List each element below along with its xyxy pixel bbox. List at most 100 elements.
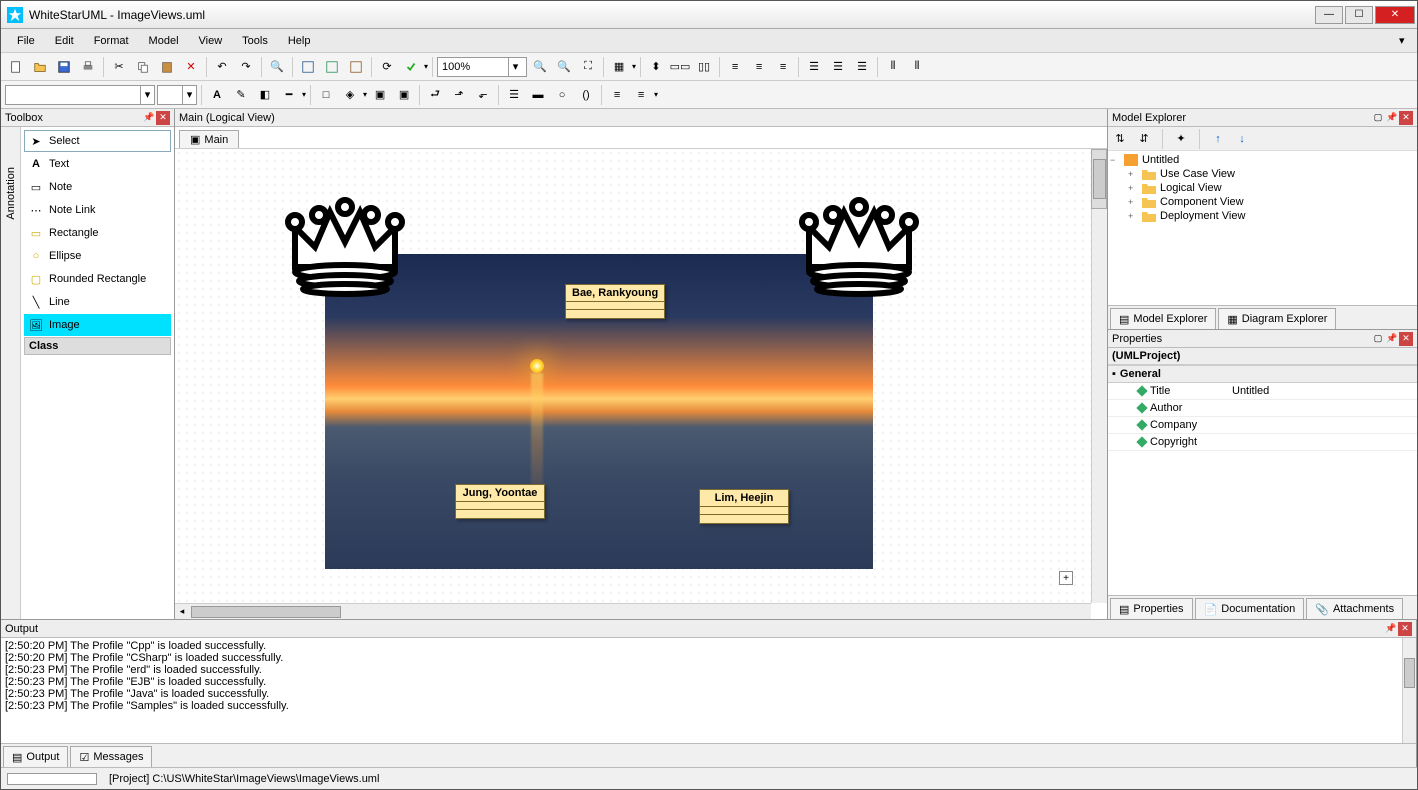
- properties-category[interactable]: ▪General: [1108, 365, 1417, 383]
- prop-author[interactable]: Author: [1108, 400, 1417, 417]
- filter-icon[interactable]: ✦: [1173, 131, 1189, 147]
- align-top-icon[interactable]: ☰: [803, 56, 825, 78]
- close-button[interactable]: ✕: [1375, 6, 1415, 24]
- tab-diagram-explorer[interactable]: ▦Diagram Explorer: [1218, 308, 1336, 329]
- prop-copyright[interactable]: Copyright: [1108, 434, 1417, 451]
- model-tree[interactable]: − Untitled +Use Case View +Logical View …: [1108, 151, 1417, 305]
- tab-properties[interactable]: ▤Properties: [1110, 598, 1193, 619]
- paste-icon[interactable]: [156, 56, 178, 78]
- menu-tools[interactable]: Tools: [234, 32, 276, 50]
- font-color-icon[interactable]: A: [206, 84, 228, 106]
- options-icon[interactable]: [400, 56, 422, 78]
- open-icon[interactable]: [29, 56, 51, 78]
- align-tree-icon[interactable]: ⬍: [645, 56, 667, 78]
- grid-icon[interactable]: ▦: [608, 56, 630, 78]
- canvas-plus-button[interactable]: +: [1059, 571, 1073, 585]
- menu-overflow[interactable]: ▾: [1399, 34, 1409, 47]
- me-close-icon[interactable]: ✕: [1399, 111, 1413, 125]
- nav-down-icon[interactable]: ↓: [1234, 131, 1250, 147]
- misc1-icon[interactable]: ≡: [606, 84, 628, 106]
- show-comp-icon[interactable]: ▬: [527, 84, 549, 106]
- distribute-h-icon[interactable]: ⫴: [882, 56, 904, 78]
- tool-text[interactable]: AText: [24, 153, 171, 175]
- select-view-icon[interactable]: [345, 56, 367, 78]
- class-lim[interactable]: Lim, Heejin: [699, 489, 789, 524]
- tab-attachments[interactable]: 📎Attachments: [1306, 598, 1403, 619]
- stereotype-icon[interactable]: □: [315, 84, 337, 106]
- align-bottom-icon[interactable]: ☰: [851, 56, 873, 78]
- show-type-icon[interactable]: ○: [551, 84, 573, 106]
- out-close-icon[interactable]: ✕: [1398, 622, 1412, 636]
- tree-use-case[interactable]: +Use Case View: [1128, 167, 1415, 181]
- maximize-button[interactable]: ☐: [1345, 6, 1373, 24]
- sort-desc-icon[interactable]: ⇵: [1136, 131, 1152, 147]
- highlight-icon[interactable]: ✎: [230, 84, 252, 106]
- zoom-combo[interactable]: 100%▾: [437, 57, 527, 77]
- visibility-icon[interactable]: ◈: [339, 84, 361, 106]
- sort-asc-icon[interactable]: ⇅: [1112, 131, 1128, 147]
- prop-company[interactable]: Company: [1108, 417, 1417, 434]
- print-icon[interactable]: [77, 56, 99, 78]
- layout-v-icon[interactable]: ▯▯: [693, 56, 715, 78]
- output-vscroll[interactable]: [1402, 638, 1416, 743]
- line-style-icon[interactable]: ━: [278, 84, 300, 106]
- find-icon[interactable]: 🔍: [266, 56, 288, 78]
- tool-ellipse[interactable]: ○Ellipse: [24, 245, 171, 267]
- tool-select[interactable]: ➤Select: [24, 130, 171, 152]
- misc2-icon[interactable]: ≡: [630, 84, 652, 106]
- output-body[interactable]: [2:50:20 PM] The Profile "Cpp" is loaded…: [1, 638, 1416, 743]
- redo-icon[interactable]: ↷: [235, 56, 257, 78]
- tool-note-link[interactable]: ⋯Note Link: [24, 199, 171, 221]
- font-combo[interactable]: ▾: [5, 85, 155, 105]
- menu-file[interactable]: File: [9, 32, 43, 50]
- tree-component[interactable]: +Component View: [1128, 195, 1415, 209]
- tool-group-class[interactable]: Class: [24, 337, 171, 355]
- save-icon[interactable]: [53, 56, 75, 78]
- font-size-combo[interactable]: ▾: [157, 85, 197, 105]
- auto-resize-icon[interactable]: (): [575, 84, 597, 106]
- cut-icon[interactable]: ✂: [108, 56, 130, 78]
- fill-icon[interactable]: ◧: [254, 84, 276, 106]
- align-middle-icon[interactable]: ☰: [827, 56, 849, 78]
- canvas[interactable]: Bae, Rankyoung Jung, Yoontae Lim, Heejin…: [175, 149, 1091, 603]
- menu-view[interactable]: View: [191, 32, 231, 50]
- nav-up-icon[interactable]: ↑: [1210, 131, 1226, 147]
- refresh-icon[interactable]: ⟳: [376, 56, 398, 78]
- copy-icon[interactable]: [132, 56, 154, 78]
- align-center-icon[interactable]: ≡: [748, 56, 770, 78]
- props-close-icon[interactable]: ✕: [1399, 332, 1413, 346]
- toolbox-group-tab[interactable]: Annotation: [1, 127, 21, 619]
- select-annotation-icon[interactable]: [321, 56, 343, 78]
- show-parent-icon[interactable]: ⬏: [448, 84, 470, 106]
- props-dock-icon[interactable]: ▢: [1371, 332, 1385, 346]
- out-pin-icon[interactable]: 📌: [1384, 622, 1398, 636]
- canvas-vscroll[interactable]: [1091, 149, 1107, 603]
- suppress-op-icon[interactable]: ▣: [393, 84, 415, 106]
- tab-main[interactable]: ▣ Main: [179, 130, 239, 148]
- undo-icon[interactable]: ↶: [211, 56, 233, 78]
- minimize-button[interactable]: —: [1315, 6, 1343, 24]
- tool-rounded-rect[interactable]: ▢Rounded Rectangle: [24, 268, 171, 290]
- tool-image[interactable]: 🖼Image: [24, 314, 171, 336]
- class-jung[interactable]: Jung, Yoontae: [455, 484, 545, 519]
- tab-model-explorer[interactable]: ▤Model Explorer: [1110, 308, 1216, 329]
- word-wrap-icon[interactable]: ⮐: [424, 84, 446, 106]
- class-bae[interactable]: Bae, Rankyoung: [565, 284, 665, 319]
- tool-line[interactable]: ╲Line: [24, 291, 171, 313]
- close-panel-icon[interactable]: ✕: [156, 111, 170, 125]
- tree-logical[interactable]: +Logical View: [1128, 181, 1415, 195]
- menu-model[interactable]: Model: [141, 32, 187, 50]
- tree-deployment[interactable]: +Deployment View: [1128, 209, 1415, 223]
- me-pin-icon[interactable]: 📌: [1385, 111, 1399, 125]
- suppress-attr-icon[interactable]: ▣: [369, 84, 391, 106]
- select-model-icon[interactable]: [297, 56, 319, 78]
- distribute-v-icon[interactable]: ⫴: [906, 56, 928, 78]
- tab-output[interactable]: ▤Output: [3, 746, 68, 767]
- layout-h-icon[interactable]: ▭▭: [669, 56, 691, 78]
- canvas-hscroll[interactable]: ◂: [175, 603, 1091, 619]
- props-pin-icon[interactable]: 📌: [1385, 332, 1399, 346]
- new-icon[interactable]: [5, 56, 27, 78]
- tool-rectangle[interactable]: ▭Rectangle: [24, 222, 171, 244]
- align-right-icon[interactable]: ≡: [772, 56, 794, 78]
- tool-note[interactable]: ▭Note: [24, 176, 171, 198]
